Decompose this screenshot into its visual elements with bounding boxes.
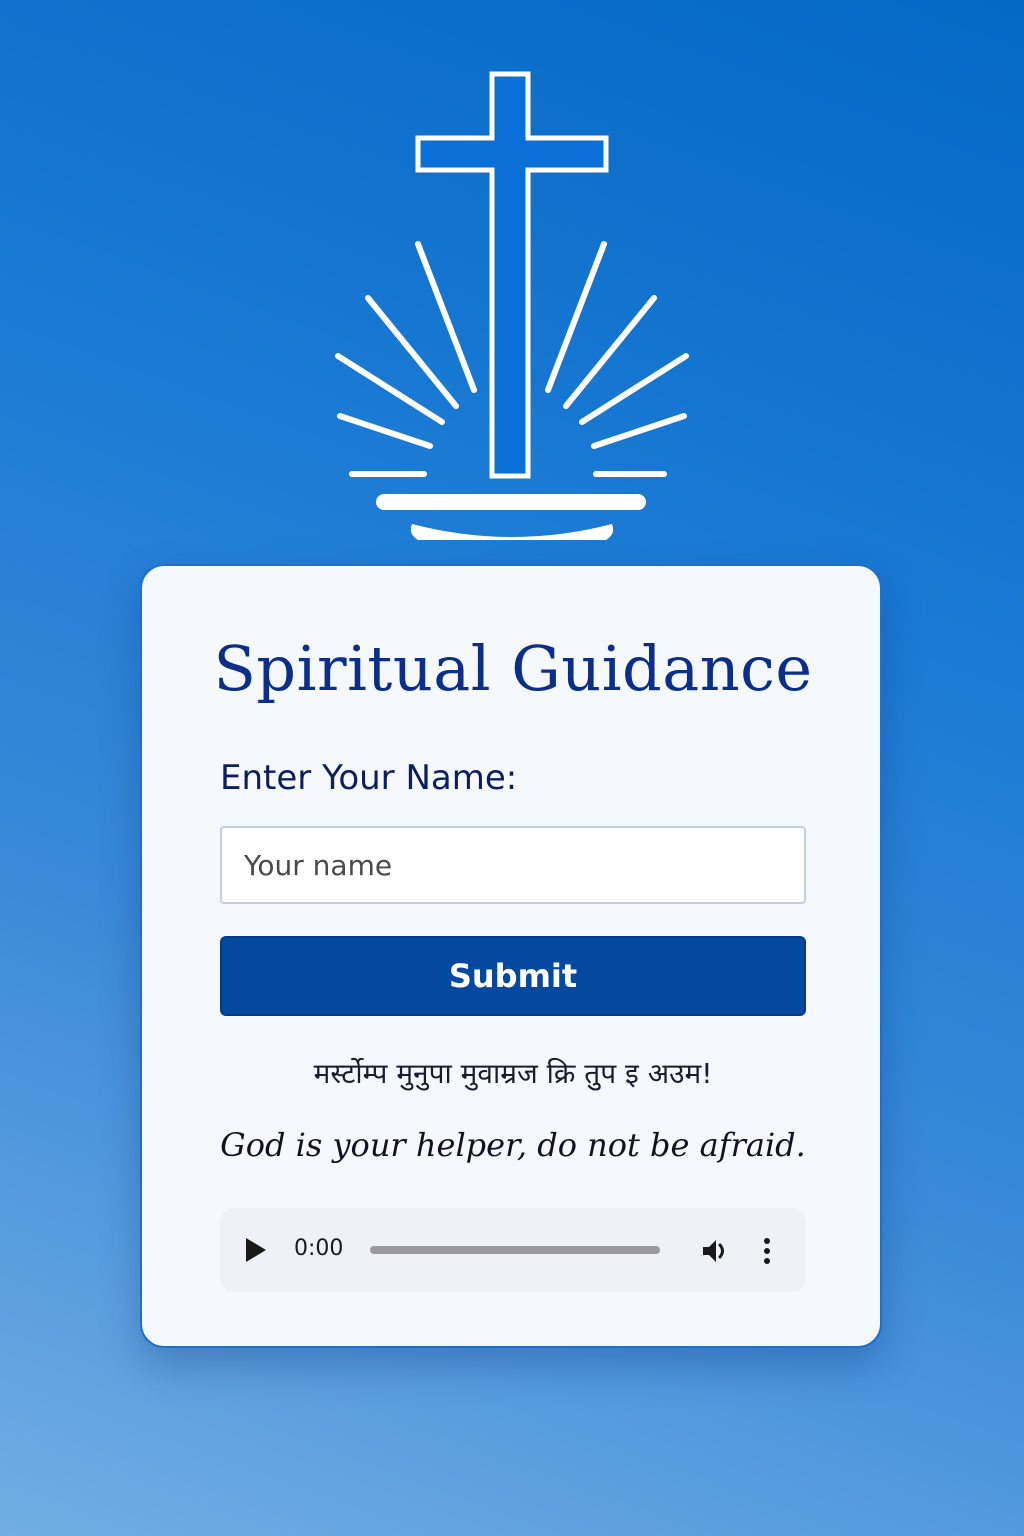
verse-text: God is your helper, do not be afraid. [220,1126,806,1164]
volume-icon[interactable] [700,1236,732,1266]
hindi-message: मर्स्टोम्प मुनुपा मुवाम्रज क्रि तुुप इ अ… [313,1057,713,1090]
audio-player: 0:00 [220,1208,806,1292]
base-bar-bottom [410,524,614,540]
cross-shape [415,71,609,479]
more-vertical-icon[interactable] [760,1236,774,1266]
cross-with-rays-icon [335,71,689,540]
guidance-card: Spiritual Guidance Enter Your Name: Subm… [140,564,882,1348]
name-input[interactable] [220,826,806,904]
audio-time: 0:00 [294,1236,344,1261]
play-icon[interactable] [246,1238,266,1262]
audio-seek-bar[interactable] [370,1246,660,1254]
base-bar-top [376,494,646,510]
name-field-label: Enter Your Name: [220,758,518,798]
ray-left-4 [337,413,433,449]
submit-button[interactable]: Submit [220,936,806,1016]
page-title: Spiritual Guidance [213,632,813,705]
ray-right-4 [591,413,687,449]
